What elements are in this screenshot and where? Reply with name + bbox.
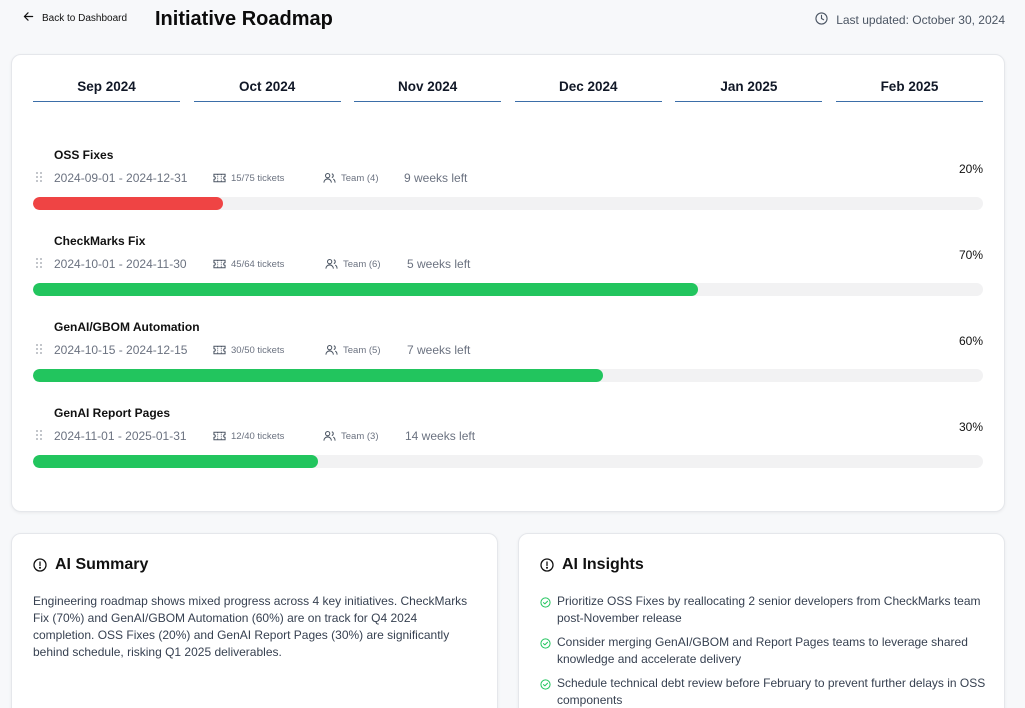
ai-summary-header: AI Summary [33,556,148,574]
initiative-dates: 2024-11-01 - 2025-01-31 [54,429,187,443]
initiative-dates: 2024-10-01 - 2024-11-30 [54,257,187,271]
back-to-dashboard-link[interactable]: Back to Dashboard [23,11,127,25]
team-label: Team (6) [343,258,381,270]
ticket-icon [213,259,226,269]
ai-insights-title: AI Insights [562,556,644,573]
progress-fill [33,369,603,382]
initiative-row-genai-report-pages[interactable]: GenAI Report Pages 2024-11-01 - 2025-01-… [33,406,983,492]
team-label: Team (3) [341,430,379,442]
team-info[interactable]: Team (6) [325,258,380,270]
tickets-count: 45/64 tickets [231,258,285,270]
check-circle-icon [540,679,551,690]
month-column: Feb 2025 [835,79,983,102]
ai-insights-list: Prioritize OSS Fixes by reallocating 2 s… [540,593,990,708]
ai-insights-header: AI Insights [540,556,644,574]
ai-insights-card: AI Insights Prioritize OSS Fixes by real… [518,533,1005,708]
initiative-meta: 2024-10-15 - 2024-12-15 30/50 tickets Te… [54,343,654,357]
initiative-meta: 2024-09-01 - 2024-12-31 15/75 tickets Te… [54,171,654,185]
month-column: Dec 2024 [514,79,662,102]
grip-vertical-icon[interactable] [36,172,43,183]
month-header: Sep 2024 Oct 2024 Nov 2024 Dec 2024 Jan … [33,79,983,102]
grip-vertical-icon[interactable] [36,430,43,441]
page-title: Initiative Roadmap [155,8,333,30]
grip-vertical-icon[interactable] [36,258,43,269]
check-circle-icon [540,638,551,649]
progress-fill [33,283,698,296]
check-circle-icon [540,597,551,608]
users-icon [323,431,336,441]
progress-percent: 30% [958,420,983,434]
ai-summary-card: AI Summary Engineering roadmap shows mix… [11,533,498,708]
month-column: Sep 2024 [33,79,180,102]
last-updated-text: Last updated: October 30, 2024 [836,13,1005,27]
time-remaining: 14 weeks left [405,429,476,443]
ticket-icon [213,431,226,441]
insight-text: Consider merging GenAI/GBOM and Report P… [557,635,968,666]
alert-circle-icon [33,558,47,572]
progress-track [33,455,983,468]
progress-fill [33,455,318,468]
progress-percent: 60% [958,334,983,348]
progress-percent: 20% [958,162,983,176]
initiative-name: GenAI/GBOM Automation [54,320,200,334]
initiative-dates: 2024-10-15 - 2024-12-15 [54,343,188,357]
month-column: Nov 2024 [354,79,502,102]
users-icon [325,345,338,355]
alert-circle-icon [540,558,554,572]
ticket-icon [213,345,226,355]
initiative-row-checkmarks-fix[interactable]: CheckMarks Fix 2024-10-01 - 2024-11-30 4… [33,234,983,320]
initiative-name: OSS Fixes [54,148,114,162]
top-bar: Back to Dashboard Initiative Roadmap Las… [0,0,1025,44]
insight-item: Schedule technical debt review before Fe… [540,675,990,708]
insight-item: Consider merging GenAI/GBOM and Report P… [540,634,990,668]
progress-track [33,197,983,210]
initiative-dates: 2024-09-01 - 2024-12-31 [54,171,188,185]
insight-item: Prioritize OSS Fixes by reallocating 2 s… [540,593,990,627]
clock-icon [815,12,828,28]
team-label: Team (5) [343,344,381,356]
progress-track [33,283,983,296]
users-icon [325,259,338,269]
initiative-meta: 2024-11-01 - 2025-01-31 12/40 tickets Te… [54,429,654,443]
tickets-info: 15/75 tickets [213,172,284,184]
initiative-row-genai-gbom-automation[interactable]: GenAI/GBOM Automation 2024-10-15 - 2024-… [33,320,983,406]
tickets-count: 12/40 tickets [231,430,285,442]
ai-summary-title: AI Summary [55,556,149,573]
tickets-info: 30/50 tickets [213,344,284,356]
insight-text: Prioritize OSS Fixes by reallocating 2 s… [557,594,981,625]
team-label: Team (4) [341,172,379,184]
insight-text: Schedule technical debt review before Fe… [557,676,986,707]
ai-summary-text: Engineering roadmap shows mixed progress… [33,594,468,659]
initiative-name: GenAI Report Pages [54,406,171,420]
initiative-name: CheckMarks Fix [54,234,146,248]
last-updated: Last updated: October 30, 2024 [815,12,1005,28]
tickets-info: 45/64 tickets [213,258,284,270]
roadmap-card: Sep 2024 Oct 2024 Nov 2024 Dec 2024 Jan … [11,54,1005,512]
arrow-left-icon [23,11,34,25]
initiative-row-oss-fixes[interactable]: OSS Fixes 2024-09-01 - 2024-12-31 15/75 … [33,148,983,234]
tickets-info: 12/40 tickets [213,430,284,442]
time-remaining: 7 weeks left [407,343,471,357]
month-column: Oct 2024 [193,79,341,102]
tickets-count: 15/75 tickets [231,172,285,184]
progress-fill [33,197,223,210]
back-label: Back to Dashboard [42,12,128,24]
tickets-count: 30/50 tickets [231,344,285,356]
grip-vertical-icon[interactable] [36,344,43,355]
team-info[interactable]: Team (4) [323,172,378,184]
progress-percent: 70% [958,248,983,262]
team-info[interactable]: Team (5) [325,344,380,356]
time-remaining: 5 weeks left [407,257,471,271]
ticket-icon [213,173,226,183]
users-icon [323,173,336,183]
progress-track [33,369,983,382]
initiative-meta: 2024-10-01 - 2024-11-30 45/64 tickets Te… [54,257,654,271]
time-remaining: 9 weeks left [404,171,468,185]
team-info[interactable]: Team (3) [323,430,378,442]
month-column: Jan 2025 [675,79,823,102]
